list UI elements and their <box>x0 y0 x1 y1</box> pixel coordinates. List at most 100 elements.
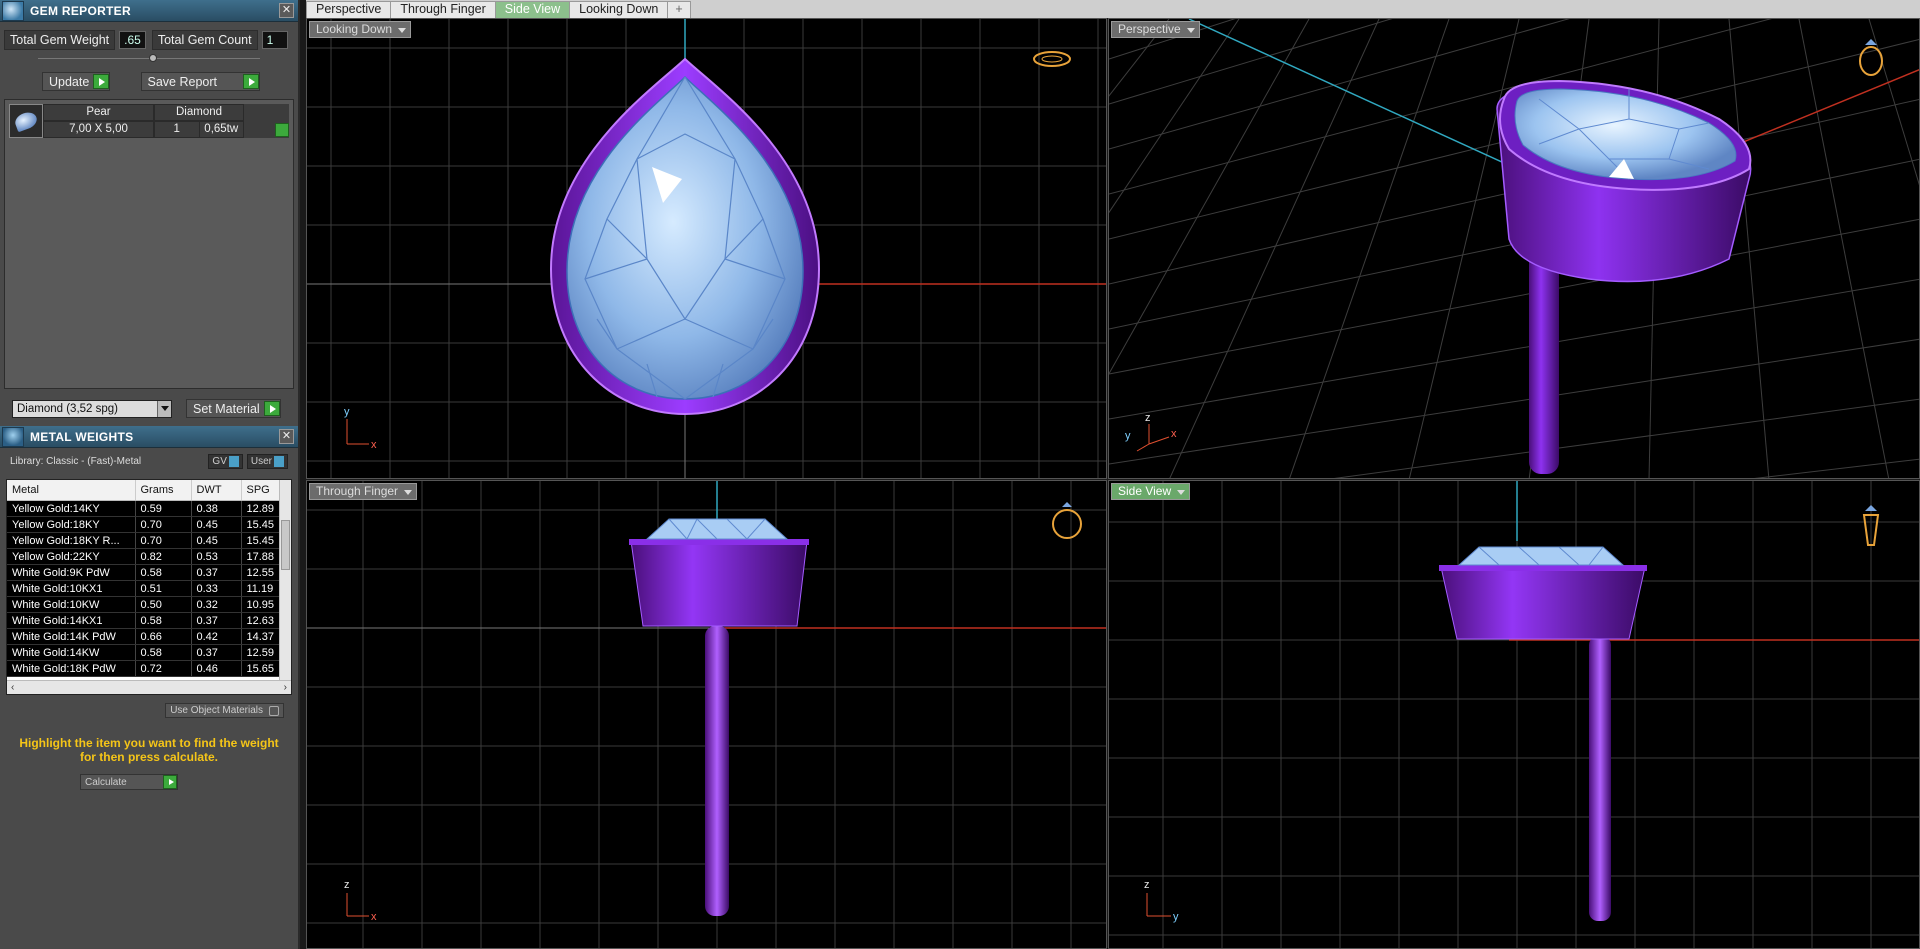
table-cell: White Gold:14KX1 <box>7 612 136 629</box>
table-cell: 0.50 <box>135 596 192 613</box>
table-row[interactable]: Yellow Gold:22KY 0.82 0.53 17.88 <box>7 548 291 565</box>
play-icon <box>93 74 110 89</box>
table-cell: Yellow Gold:18KY R... <box>7 532 136 549</box>
table-cell: White Gold:10KX1 <box>7 580 136 597</box>
table-row[interactable]: White Gold:10KW 0.50 0.32 10.95 <box>7 596 291 613</box>
viewport-menu-side-view[interactable]: Side View <box>1111 483 1191 500</box>
play-icon <box>243 74 259 89</box>
tab-perspective[interactable]: Perspective <box>306 1 392 18</box>
axis-y-label: y <box>1173 911 1179 923</box>
horizontal-scrollbar[interactable]: ‹ › <box>7 680 291 694</box>
add-tab-icon[interactable]: + <box>667 1 691 18</box>
table-cell: 0.82 <box>135 548 192 565</box>
user-toggle[interactable]: User <box>246 454 288 469</box>
use-object-materials-label: Use Object Materials <box>170 705 263 716</box>
scroll-left-icon[interactable]: ‹ <box>11 681 14 694</box>
tab-looking-down[interactable]: Looking Down <box>569 1 669 18</box>
calculate-button[interactable]: Calculate <box>80 774 178 790</box>
table-row[interactable]: White Gold:10KX1 0.51 0.33 11.19 <box>7 580 291 597</box>
gv-toggle[interactable]: GV <box>208 454 243 469</box>
table-row[interactable]: White Gold:14K PdW 0.66 0.42 14.37 <box>7 628 291 645</box>
user-label: User <box>250 456 272 467</box>
close-icon[interactable]: ✕ <box>279 429 294 444</box>
viewport-menu-looking-down[interactable]: Looking Down <box>309 21 412 38</box>
gem-row-go-button[interactable] <box>275 123 289 137</box>
table-cell: 0.37 <box>191 644 242 661</box>
table-cell: 0.45 <box>191 516 242 533</box>
gem-size: 7,00 X 5,00 <box>43 121 154 138</box>
set-material-button[interactable]: Set Material <box>186 399 281 418</box>
table-row[interactable]: White Gold:18K PdW 0.72 0.46 15.65 <box>7 660 291 677</box>
scroll-thumb[interactable] <box>281 520 290 570</box>
y-axis-line <box>1188 19 1540 180</box>
viewport-menu-perspective[interactable]: Perspective <box>1111 21 1200 38</box>
axis-z-label: z <box>1144 879 1150 891</box>
viewport-perspective[interactable]: y z x Perspective <box>1108 18 1920 479</box>
col-dwt[interactable]: DWT <box>191 480 242 501</box>
tab-side-view[interactable]: Side View <box>494 1 571 18</box>
perspective-scene: y z x <box>1109 19 1919 478</box>
total-count-value: 1 <box>261 31 288 49</box>
scroll-right-icon[interactable]: › <box>284 681 287 694</box>
table-cell: 0.42 <box>191 628 242 645</box>
looking-down-scene: y x <box>307 19 1106 478</box>
table-cell: White Gold:9K PdW <box>7 564 136 581</box>
weight-slider[interactable] <box>38 54 260 68</box>
vertical-scrollbar[interactable] <box>279 480 291 680</box>
col-grams[interactable]: Grams <box>135 480 192 501</box>
table-row[interactable]: Yellow Gold:18KY R... 0.70 0.45 15.45 <box>7 532 291 549</box>
table-cell: 0.33 <box>191 580 242 597</box>
col-metal[interactable]: Metal <box>7 480 136 501</box>
axis-x-label: x <box>371 911 377 923</box>
use-object-materials-toggle[interactable]: Use Object Materials <box>165 703 284 718</box>
update-label: Update <box>49 74 90 89</box>
close-icon[interactable]: ✕ <box>279 3 294 18</box>
info-icon <box>274 456 284 467</box>
update-button[interactable]: Update <box>42 72 111 91</box>
table-cell: 0.37 <box>191 612 242 629</box>
viewport-through-finger[interactable]: z x Through Finger <box>306 480 1107 949</box>
gem-crown <box>645 518 789 540</box>
material-select[interactable]: Diamond (3,52 spg) <box>12 399 172 418</box>
table-cell: Yellow Gold:18KY <box>7 516 136 533</box>
table-row[interactable]: White Gold:9K PdW 0.58 0.37 12.55 <box>7 564 291 581</box>
viewport-tabs: Perspective Through Finger Side View Loo… <box>306 0 1920 18</box>
bezel-cup <box>1440 566 1646 640</box>
axis-y-label: y <box>1125 430 1131 442</box>
viewport-menu-through-finger[interactable]: Through Finger <box>309 483 418 500</box>
table-cell: White Gold:14K PdW <box>7 628 136 645</box>
pear-gem-icon <box>9 104 43 138</box>
table-cell: 0.58 <box>135 612 192 629</box>
axis-z-label: z <box>1145 412 1151 424</box>
table-row[interactable]: Yellow Gold:18KY 0.70 0.45 15.45 <box>7 516 291 533</box>
bezel-rim <box>629 539 809 545</box>
table-cell: White Gold:14KW <box>7 644 136 661</box>
ring-orientation-icon <box>1859 39 1883 76</box>
pear-gem <box>566 75 804 400</box>
tab-through-finger[interactable]: Through Finger <box>390 1 496 18</box>
metal-weights-header: METAL WEIGHTS ✕ <box>0 426 298 448</box>
axis-y-label: y <box>344 406 350 418</box>
left-panel: GEM REPORTER ✕ Total Gem Weight .65 Tota… <box>0 0 300 949</box>
viewport-looking-down[interactable]: y x Looking Down <box>306 18 1107 479</box>
viewport-side-view[interactable]: z y Side View <box>1108 480 1920 949</box>
save-report-button[interactable]: Save Report <box>140 72 260 91</box>
table-cell: Yellow Gold:14KY <box>7 500 136 517</box>
table-cell: Yellow Gold:22KY <box>7 548 136 565</box>
bezel-rim <box>1439 565 1647 571</box>
table-cell: 0.51 <box>135 580 192 597</box>
table-cell: White Gold:18K PdW <box>7 660 136 677</box>
post <box>705 626 729 916</box>
table-row[interactable]: Yellow Gold:14KY 0.59 0.38 12.89 <box>7 500 291 517</box>
table-row[interactable]: White Gold:14KW 0.58 0.37 12.59 <box>7 644 291 661</box>
bezel-cup <box>630 540 808 627</box>
slider-knob[interactable] <box>149 54 157 62</box>
chevron-down-icon[interactable] <box>157 400 171 417</box>
gem-row[interactable]: Pear Diamond 7,00 X 5,00 1 0,65tw <box>9 104 289 138</box>
material-select-value: Diamond (3,52 spg) <box>17 402 118 415</box>
axis-x-label: x <box>1171 428 1177 440</box>
table-cell: 0.70 <box>135 516 192 533</box>
library-label: Library: Classic - (Fast)-Metal <box>10 456 142 467</box>
table-row[interactable]: White Gold:14KX1 0.58 0.37 12.63 <box>7 612 291 629</box>
calculate-hint: Highlight the item you want to find the … <box>19 736 279 764</box>
